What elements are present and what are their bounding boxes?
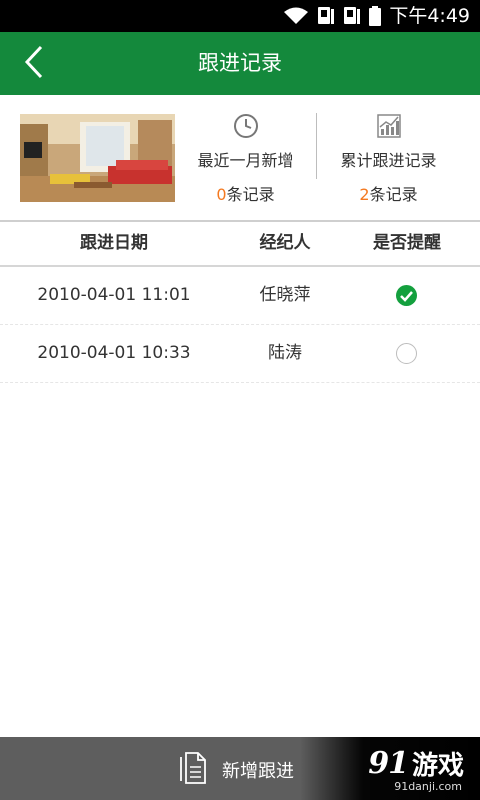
- total-stat: 累计跟进记录 2条记录: [316, 95, 461, 221]
- table-row[interactable]: 2010-04-01 11:01 任晓萍: [0, 267, 480, 325]
- document-icon: [178, 751, 208, 789]
- bar-chart-icon: [376, 113, 402, 139]
- watermark-url: 91danji.com: [394, 780, 462, 793]
- column-header-reminder: 是否提醒: [373, 233, 441, 253]
- sim1-signal-icon: [317, 6, 335, 26]
- recent-stat: 最近一月新增 0条记录: [173, 95, 318, 221]
- recent-stat-label: 最近一月新增: [197, 151, 294, 170]
- recent-count: 0: [216, 185, 227, 204]
- total-stat-label: 累计跟进记录: [340, 151, 437, 170]
- watermark-name: 游戏: [411, 751, 464, 781]
- column-header-agent: 经纪人: [259, 233, 311, 253]
- table-row[interactable]: 2010-04-01 10:33 陆涛: [0, 325, 480, 383]
- add-follow-up-label: 新增跟进: [222, 761, 294, 782]
- summary-panel: 最近一月新增 0条记录 累计跟进记录 2条记录: [0, 95, 480, 221]
- reminder-checkbox[interactable]: [396, 343, 417, 364]
- status-time: 下午4:49: [389, 5, 470, 27]
- watermark-brand: 91: [368, 746, 409, 781]
- page-title: 跟进记录: [198, 51, 282, 75]
- recent-suffix: 条记录: [226, 185, 275, 204]
- row-agent: 任晓萍: [259, 285, 311, 305]
- header-bar: 跟进记录: [0, 32, 480, 95]
- chevron-left-icon: [23, 45, 45, 83]
- checkmark-icon: [396, 291, 417, 310]
- recent-stat-value: 0条记录: [173, 181, 318, 205]
- row-date: 2010-04-01 10:33: [37, 343, 191, 363]
- clock-icon: [233, 113, 259, 139]
- watermark: 91 游戏 91danji.com: [300, 737, 480, 800]
- battery-icon: [369, 6, 382, 26]
- status-bar: 下午4:49: [0, 0, 480, 32]
- total-suffix: 条记录: [369, 185, 418, 204]
- property-thumbnail[interactable]: [20, 114, 175, 202]
- total-stat-value: 2条记录: [316, 181, 461, 205]
- total-count: 2: [359, 185, 370, 204]
- back-button[interactable]: [14, 44, 54, 84]
- row-agent: 陆涛: [268, 343, 302, 363]
- row-date: 2010-04-01 11:01: [37, 285, 191, 305]
- sim2-signal-icon: [343, 6, 361, 26]
- reminder-checkbox[interactable]: [396, 285, 417, 306]
- column-header-date: 跟进日期: [80, 233, 148, 253]
- wifi-icon: [283, 7, 309, 25]
- add-follow-up-button[interactable]: 新增跟进 91 游戏 91danji.com: [0, 737, 480, 800]
- table-header: 跟进日期 经纪人 是否提醒: [0, 222, 480, 267]
